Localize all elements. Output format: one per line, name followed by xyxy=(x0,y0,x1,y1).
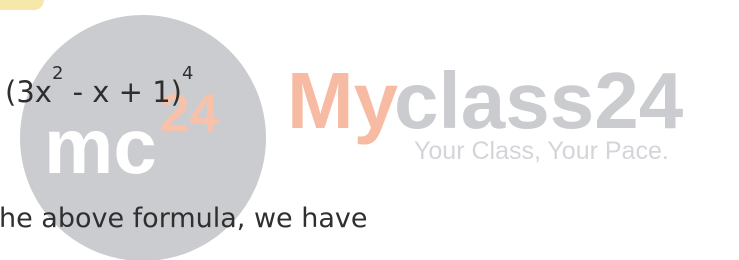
watermark-brand-left: My xyxy=(287,56,399,145)
expression-outer-exponent: 4 xyxy=(181,63,194,85)
expression-middle: - x + 1) xyxy=(63,75,182,109)
math-expression: (3x2 - x + 1)4 xyxy=(5,65,193,109)
top-left-marker xyxy=(0,0,44,10)
explanation-line: he above formula, we have xyxy=(0,203,368,234)
watermark-logo-left: mc xyxy=(44,102,157,190)
screenshot-page: mc 24 My class24 Your Class, Your Pace. … xyxy=(0,0,739,260)
expression-base-open: (3x xyxy=(5,75,52,109)
watermark-tagline: Your Class, Your Pace. xyxy=(414,137,669,165)
expression-inner-exponent: 2 xyxy=(51,63,64,85)
watermark-brand-right: class24 xyxy=(394,56,684,145)
